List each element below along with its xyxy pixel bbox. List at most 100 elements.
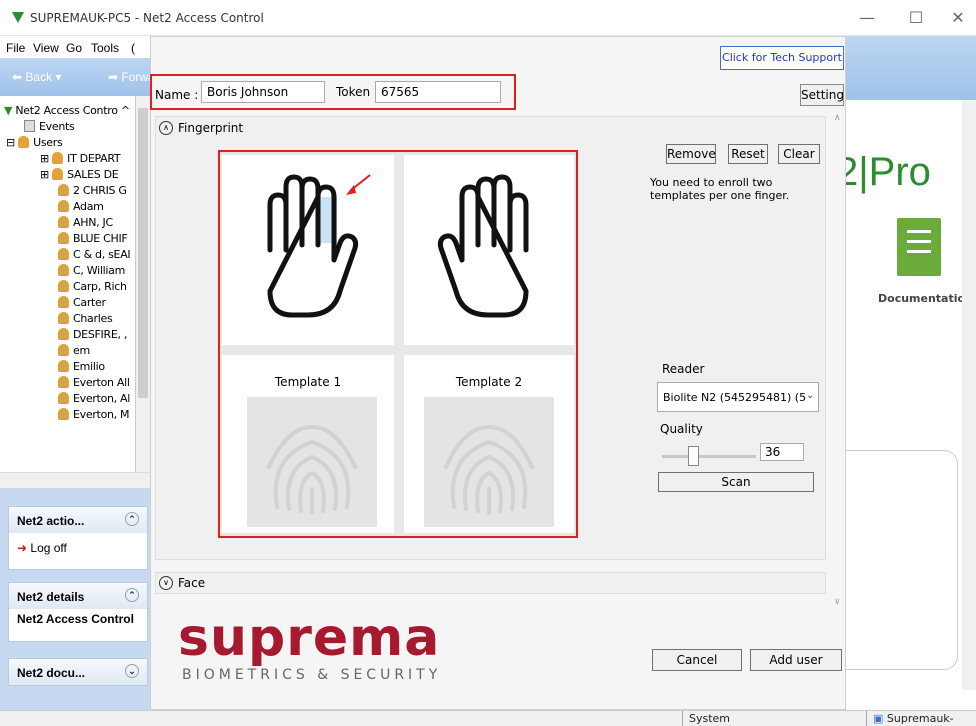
group-icon: [52, 168, 64, 180]
tree-scroll-thumb[interactable]: [138, 108, 148, 398]
main-scrollbar[interactable]: [962, 100, 976, 690]
setting-button[interactable]: Setting: [800, 84, 844, 106]
suprema-tagline: BIOMETRICS & SECURITY: [182, 667, 442, 683]
app-icon: [12, 12, 24, 23]
template-1-fingerprint[interactable]: [247, 397, 377, 527]
collapse-icon[interactable]: ⌃: [125, 588, 139, 602]
tree-horizontal-scrollbar[interactable]: [0, 472, 150, 488]
add-user-button[interactable]: Add user: [750, 649, 842, 671]
documentation-icon[interactable]: [897, 218, 941, 276]
tree-item-user[interactable]: C, William: [58, 264, 125, 279]
status-user: System engineer: [682, 711, 786, 726]
tree-item-group[interactable]: ⊞ IT DEPART: [40, 152, 121, 167]
close-button[interactable]: ✕: [944, 6, 972, 30]
quality-slider-thumb[interactable]: [688, 446, 699, 466]
quality-slider[interactable]: [662, 455, 756, 458]
tree-item-user[interactable]: DESFIRE, ,: [58, 328, 127, 343]
group-icon: [52, 152, 64, 164]
menu-tools[interactable]: Tools: [91, 41, 119, 55]
dialog-scroll-down-icon[interactable]: ∨: [834, 596, 841, 607]
quality-label: Quality: [660, 422, 703, 436]
user-icon: [58, 344, 69, 356]
annotation-highlight-name: [150, 74, 516, 110]
reader-label: Reader: [662, 362, 705, 376]
menu-more[interactable]: (: [131, 41, 135, 55]
face-title: Face: [178, 576, 206, 590]
tree-item-user[interactable]: AHN, JC: [58, 216, 113, 231]
reader-select[interactable]: Biolite N2 (545295481) (5: [657, 382, 819, 412]
tree-item-user[interactable]: 2 CHRIS G: [58, 184, 127, 199]
actions-panel: Net2 actio... ⌃ ➜ Log off: [8, 506, 148, 570]
user-icon: [58, 200, 69, 212]
cancel-button[interactable]: Cancel: [652, 649, 742, 671]
back-button[interactable]: ⬅ Back ▾: [12, 70, 61, 84]
tree-item-user[interactable]: Emilio: [58, 360, 105, 375]
forward-button[interactable]: ➡ Forwa: [108, 70, 155, 84]
scan-button[interactable]: Scan: [658, 472, 814, 492]
tree-item-user[interactable]: BLUE CHIF: [58, 232, 128, 247]
enroll-instructions: You need to enroll two templates per one…: [650, 176, 790, 202]
tree-item-user[interactable]: Everton, Al: [58, 392, 130, 407]
tree-root[interactable]: ▼ Net2 Access Contro ^: [4, 104, 130, 119]
right-hand-cell: [404, 155, 574, 345]
user-icon: [58, 184, 69, 196]
net2-icon: ▼: [4, 104, 16, 117]
task-panel: Net2 actio... ⌃ ➜ Log off Net2 details ⌃ N…: [0, 488, 150, 710]
remove-button[interactable]: Remove: [666, 144, 716, 164]
logoff-link[interactable]: ➜ Log off: [9, 533, 147, 563]
tree-item-user[interactable]: em: [58, 344, 90, 359]
tree-item-user[interactable]: Charles: [58, 312, 113, 327]
tree-item-user[interactable]: Everton, M: [58, 408, 130, 423]
documentation-label[interactable]: Documentation: [878, 292, 973, 305]
user-icon: [58, 296, 69, 308]
user-icon: [58, 392, 69, 404]
user-icon: [58, 216, 69, 228]
collapse-fingerprint-icon[interactable]: ∧: [159, 121, 173, 135]
tech-support-button[interactable]: Click for Tech Support: [720, 46, 844, 70]
collapse-icon[interactable]: ⌃: [125, 512, 139, 526]
user-icon: [58, 248, 69, 260]
menu-view[interactable]: View: [33, 41, 59, 55]
tree-item-user[interactable]: Carter: [58, 296, 106, 311]
status-bar: [0, 710, 976, 726]
quality-value-input[interactable]: 36: [760, 443, 804, 461]
right-hand-icon[interactable]: [404, 155, 574, 345]
tree-item-user[interactable]: Carp, Rich: [58, 280, 127, 295]
status-machine: ▣ Supremauk-pc5: [866, 711, 976, 726]
computer-icon: ▣: [873, 712, 887, 725]
face-section: [155, 572, 826, 594]
left-hand-icon[interactable]: [222, 155, 394, 345]
template-2-fingerprint[interactable]: [424, 397, 554, 527]
background-card: [846, 450, 958, 670]
template-1-cell: Template 1: [222, 355, 394, 533]
docs-panel: Net2 docu... ⌄: [8, 658, 148, 686]
tree-item-group[interactable]: ⊞ SALES DE: [40, 168, 119, 183]
user-icon: [58, 312, 69, 324]
maximize-button[interactable]: ☐: [902, 6, 930, 30]
template-2-cell: Template 2: [404, 355, 574, 533]
user-icon: [58, 264, 69, 276]
menu-go[interactable]: Go: [66, 41, 82, 55]
tree-item-user[interactable]: Adam: [58, 200, 104, 215]
menu-file[interactable]: File: [6, 41, 25, 55]
left-hand-cell: [222, 155, 394, 345]
tree-item-events[interactable]: Events: [24, 120, 75, 135]
template-1-label: Template 1: [274, 375, 342, 389]
expand-face-icon[interactable]: ∨: [159, 576, 173, 590]
actions-panel-header[interactable]: Net2 actio... ⌃: [9, 507, 147, 533]
chevron-down-icon[interactable]: ⌄: [806, 390, 814, 401]
expand-icon[interactable]: ⌄: [125, 664, 139, 678]
details-panel-header[interactable]: Net2 details ⌃: [9, 583, 147, 609]
tree-item-user[interactable]: C & d, sEAI: [58, 248, 131, 263]
template-2-label: Template 2: [455, 375, 523, 389]
reset-button[interactable]: Reset: [728, 144, 768, 164]
dialog-scroll-up-icon[interactable]: ∧: [834, 112, 841, 123]
fingerprint-icon: [267, 424, 357, 515]
minimize-button[interactable]: —: [853, 6, 881, 30]
calendar-icon: [24, 120, 35, 132]
navigation-bar-right: [846, 36, 976, 100]
clear-button[interactable]: Clear: [778, 144, 820, 164]
docs-panel-header[interactable]: Net2 docu... ⌄: [9, 659, 147, 685]
tree-item-user[interactable]: Everton All: [58, 376, 130, 391]
tree-item-users[interactable]: ⊟ Users: [6, 136, 63, 151]
